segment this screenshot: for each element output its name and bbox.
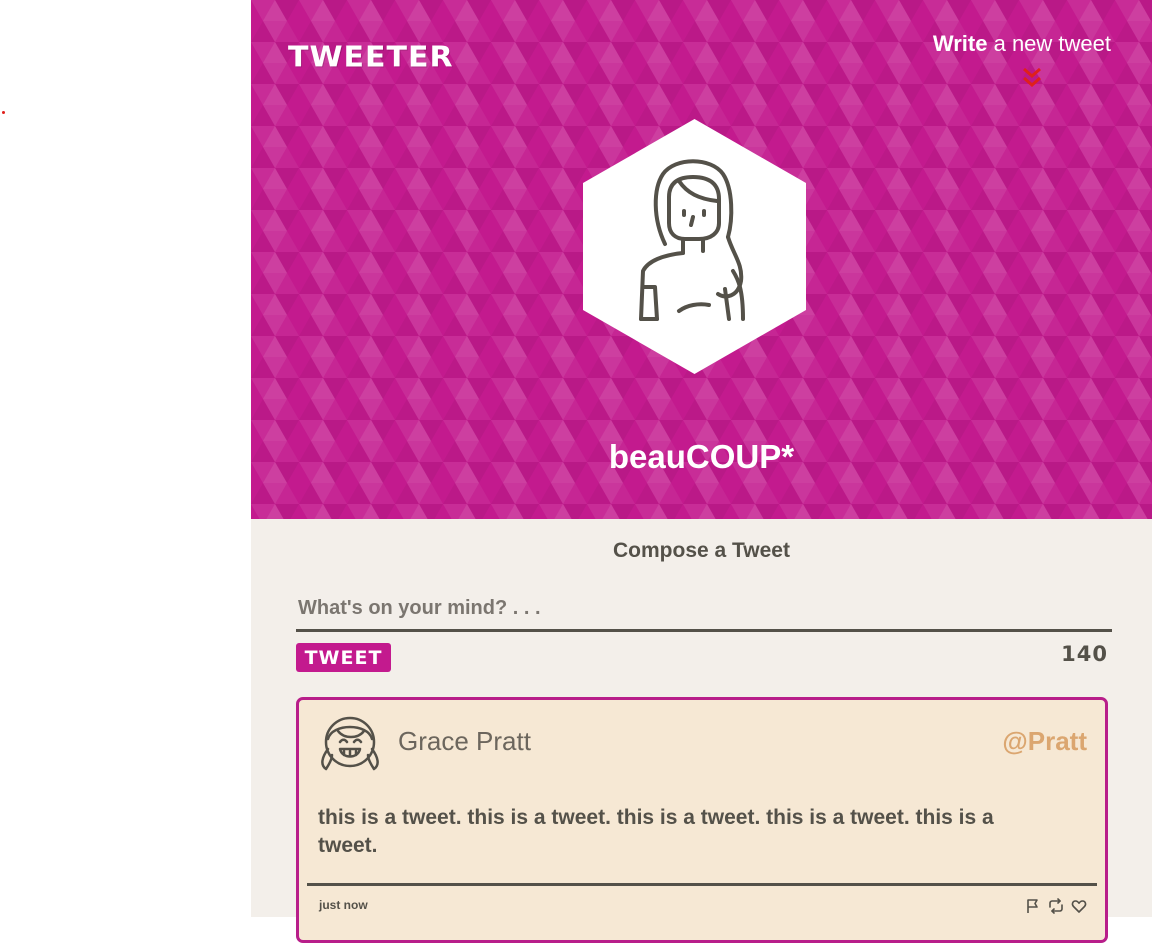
character-counter: 140 bbox=[1061, 642, 1108, 666]
heart-icon[interactable] bbox=[1071, 898, 1087, 914]
profile-header: TWEETER Write a new tweet beauCOUP* bbox=[251, 0, 1152, 519]
tweet-author-name[interactable]: Grace Pratt bbox=[398, 726, 531, 757]
flag-icon[interactable] bbox=[1025, 898, 1041, 914]
write-link-bold: Write bbox=[932, 31, 988, 56]
girl-smiling-outline-icon bbox=[321, 716, 379, 771]
stray-dot bbox=[2, 111, 5, 114]
profile-avatar bbox=[583, 119, 806, 374]
compose-title: Compose a Tweet bbox=[613, 539, 790, 562]
tweet-actions bbox=[1025, 898, 1087, 914]
tweet-body: this is a tweet. this is a tweet. this i… bbox=[318, 806, 994, 857]
app-logo[interactable]: TWEETER bbox=[288, 41, 454, 74]
tweet-button[interactable]: TWEET bbox=[296, 643, 391, 672]
retweet-icon[interactable] bbox=[1048, 898, 1064, 914]
tweet-divider bbox=[307, 883, 1097, 886]
tweet-card: Grace Pratt @Pratt this is a tweet. this… bbox=[296, 697, 1108, 943]
tweet-author-handle[interactable]: @Pratt bbox=[1002, 726, 1087, 757]
profile-name: beauCOUP* bbox=[608, 438, 795, 475]
double-chevron-down-icon[interactable] bbox=[1021, 66, 1043, 90]
main-column: TWEETER Write a new tweet beauCOUP* Comp… bbox=[251, 0, 1152, 943]
write-link-rest: a new tweet bbox=[987, 31, 1111, 56]
tweet-input[interactable] bbox=[296, 587, 1112, 632]
write-new-tweet-link[interactable]: Write a new tweet bbox=[933, 31, 1111, 57]
tweet-timestamp: just now bbox=[319, 898, 368, 912]
